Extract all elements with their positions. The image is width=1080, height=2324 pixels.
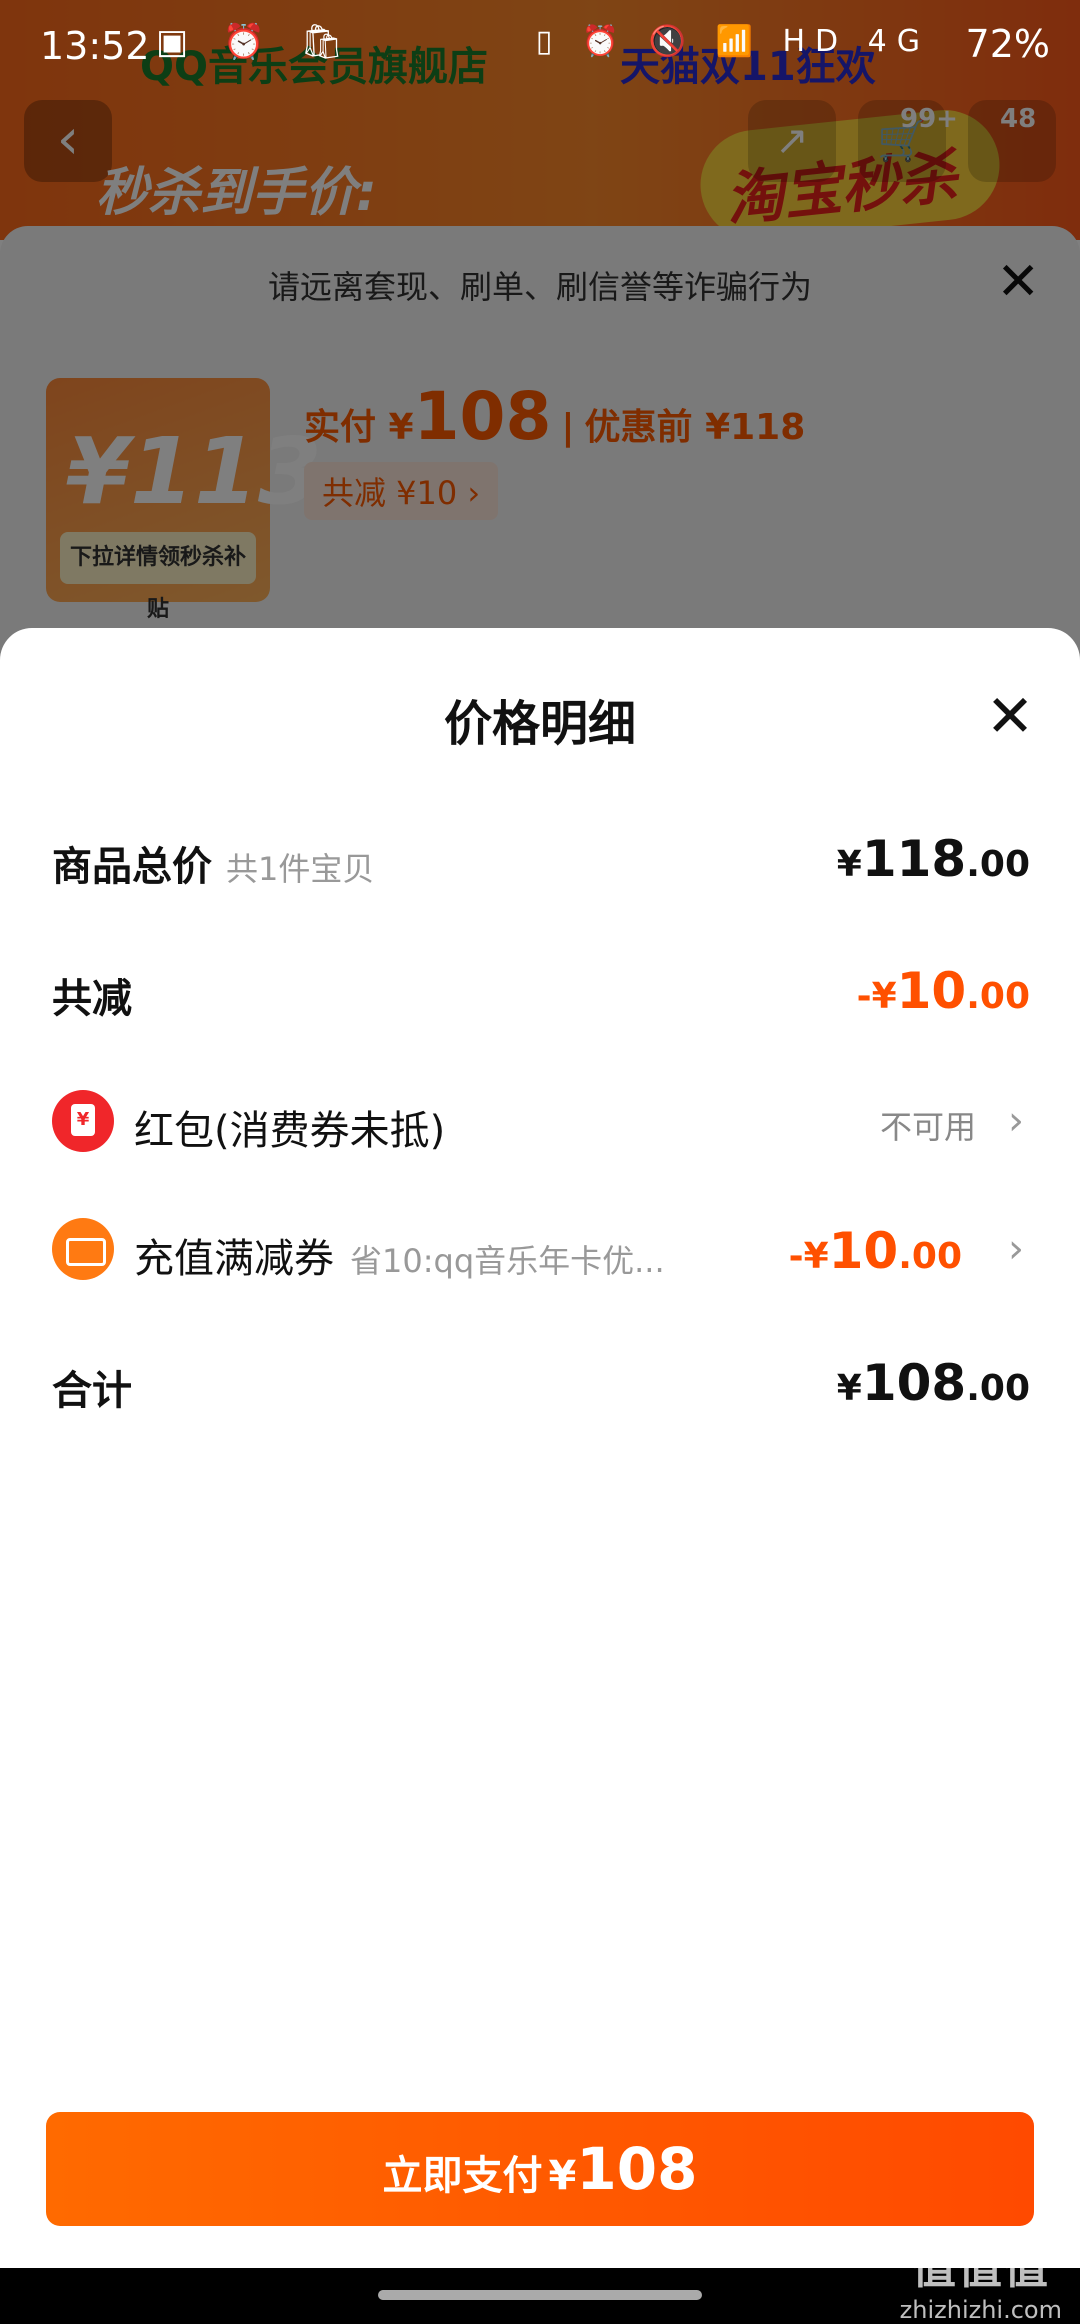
coupon-description: 省10:qq音乐年卡优... [350, 1242, 665, 1280]
pay-now-button[interactable]: 立即支付 ¥108 [46, 2112, 1034, 2226]
status-system-icons: ▯ ⏰ 🔇 📶 HD 4G [535, 24, 930, 59]
pay-now-amount: 108 [576, 2135, 698, 2203]
red-packet-row[interactable]: ¥ 红包(消费券未抵) 不可用 › [52, 1090, 1028, 1168]
pay-now-label: 立即支付 [382, 2153, 543, 2199]
status-bar: 13:52 ▣ ⏰ 🛍 ▯ ⏰ 🔇 📶 HD 4G 72% [0, 0, 1080, 98]
chevron-right-icon: › [1008, 1226, 1024, 1272]
discount-amount: -¥10.00 [856, 962, 1030, 1020]
sum-amount: ¥108.00 [836, 1354, 1030, 1412]
item-total-label-text: 商品总价 [52, 844, 212, 890]
status-time: 13:52 [40, 24, 150, 68]
discount-label: 共减 [52, 976, 132, 1022]
watermark-logo: 值值值 [911, 2243, 1050, 2294]
item-total-amount: ¥118.00 [836, 830, 1030, 888]
red-packet-label: 红包(消费券未抵) [134, 1108, 446, 1154]
price-detail-sheet: 价格明细 ✕ 商品总价 共1件宝贝 ¥118.00 共减 -¥10.00 ¥ 红包… [0, 628, 1080, 2268]
coupon-row[interactable]: 充值满减券 省10:qq音乐年卡优... -¥10.00 › [52, 1218, 1028, 1296]
item-total-row: 商品总价 共1件宝贝 ¥118.00 [52, 830, 1030, 904]
home-indicator[interactable] [378, 2290, 702, 2300]
coupon-icon [52, 1218, 114, 1280]
red-packet-icon: ¥ [52, 1090, 114, 1152]
coupon-label: 充值满减券 省10:qq音乐年卡优... [134, 1226, 665, 1284]
watermark-site: zhizhizhi.com [899, 2296, 1062, 2324]
watermark: 值值值 zhizhizhi.com [900, 2232, 1062, 2324]
item-total-label: 商品总价 共1件宝贝 [52, 834, 374, 892]
coupon-label-text: 充值满减券 [134, 1236, 334, 1282]
battery-level: 72% [965, 22, 1050, 66]
close-icon[interactable]: ✕ [982, 687, 1038, 745]
item-count: 共1件宝贝 [226, 850, 375, 888]
pay-now-currency: ¥ [548, 2153, 577, 2199]
discount-row: 共减 -¥10.00 [52, 962, 1030, 1036]
sum-label: 合计 [52, 1368, 132, 1414]
red-packet-status: 不可用 [879, 1108, 976, 1146]
coupon-amount: -¥10.00 [788, 1222, 962, 1280]
chevron-right-icon: › [1008, 1098, 1024, 1144]
status-notification-icons: ▣ ⏰ 🛍 [156, 22, 356, 62]
sum-row: 合计 ¥108.00 [52, 1354, 1030, 1428]
sheet-title: 价格明细 [443, 696, 636, 752]
